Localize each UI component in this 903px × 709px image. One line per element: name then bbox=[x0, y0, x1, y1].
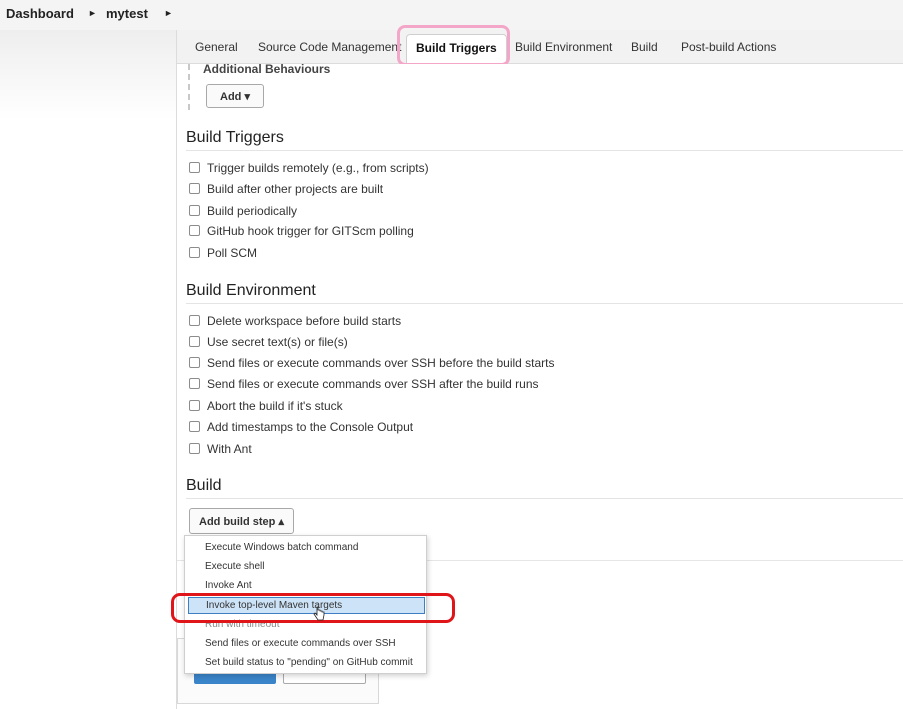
section-rule bbox=[186, 303, 903, 304]
section-divider bbox=[188, 64, 190, 110]
caret-up-icon: ▴ bbox=[278, 516, 284, 528]
add-build-step-label: Add build step bbox=[199, 516, 276, 528]
menu-item[interactable]: Set build status to "pending" on GitHub … bbox=[205, 657, 413, 668]
checkbox[interactable] bbox=[189, 205, 200, 216]
environment-option-label: Send files or execute commands over SSH … bbox=[207, 356, 555, 370]
trigger-option-label: GitHub hook trigger for GITScm polling bbox=[207, 224, 414, 238]
tab-post-build-actions[interactable]: Post-build Actions bbox=[681, 40, 776, 54]
tab-build-environment[interactable]: Build Environment bbox=[515, 40, 612, 54]
environment-option-label: Add timestamps to the Console Output bbox=[207, 420, 414, 434]
checkbox[interactable] bbox=[189, 315, 200, 326]
menu-item[interactable]: Execute Windows batch command bbox=[205, 542, 358, 553]
build-triggers-title: Build Triggers bbox=[186, 129, 284, 146]
environment-option-label: Send files or execute commands over SSH … bbox=[207, 377, 539, 391]
tab-general[interactable]: General bbox=[195, 40, 238, 54]
config-tabs: General Source Code Management Build Tri… bbox=[176, 30, 903, 64]
menu-item[interactable]: Send files or execute commands over SSH bbox=[205, 638, 396, 649]
checkbox[interactable] bbox=[189, 421, 200, 432]
checkbox[interactable] bbox=[189, 443, 200, 454]
trigger-option-label: Trigger builds remotely (e.g., from scri… bbox=[207, 161, 429, 175]
menu-item[interactable]: Execute shell bbox=[205, 561, 264, 572]
trigger-option-label: Poll SCM bbox=[207, 246, 258, 260]
tab-build-triggers[interactable]: Build Triggers bbox=[406, 34, 507, 64]
caret-down-icon: ▾ bbox=[244, 91, 250, 103]
additional-behaviours-title: Additional Behaviours bbox=[203, 62, 331, 76]
environment-option-label: Use secret text(s) or file(s) bbox=[207, 335, 348, 349]
environment-option-label: Delete workspace before build starts bbox=[207, 314, 402, 328]
checkbox[interactable] bbox=[189, 378, 200, 389]
breadcrumb: Dashboard ► mytest ► bbox=[0, 0, 903, 30]
checkbox[interactable] bbox=[189, 336, 200, 347]
checkbox[interactable] bbox=[189, 225, 200, 236]
menu-item[interactable]: Invoke Ant bbox=[205, 580, 252, 591]
checkbox[interactable] bbox=[189, 247, 200, 258]
build-title: Build bbox=[186, 477, 222, 494]
checkbox[interactable] bbox=[189, 183, 200, 194]
build-environment-title: Build Environment bbox=[186, 282, 316, 299]
sidebar bbox=[0, 30, 176, 120]
environment-option-label: Abort the build if it's stuck bbox=[207, 399, 343, 413]
chevron-right-icon[interactable]: ► bbox=[88, 8, 97, 18]
checkbox[interactable] bbox=[189, 400, 200, 411]
breadcrumb-mytest[interactable]: mytest bbox=[106, 6, 148, 21]
tab-source-code-management[interactable]: Source Code Management bbox=[258, 40, 401, 54]
add-build-step-button[interactable]: Add build step ▴ bbox=[189, 508, 294, 534]
section-rule bbox=[186, 498, 903, 499]
menu-item-selected[interactable]: Invoke top-level Maven targets bbox=[188, 597, 425, 614]
environment-option-label: With Ant bbox=[207, 442, 252, 456]
menu-item[interactable]: Run with timeout bbox=[205, 619, 279, 630]
add-button-label: Add bbox=[220, 91, 242, 103]
breadcrumb-dashboard[interactable]: Dashboard bbox=[6, 6, 74, 21]
checkbox[interactable] bbox=[189, 357, 200, 368]
checkbox[interactable] bbox=[189, 162, 200, 173]
add-behaviour-button[interactable]: Add ▾ bbox=[206, 84, 264, 108]
build-step-menu: Execute Windows batch command Execute sh… bbox=[184, 535, 427, 674]
trigger-option-label: Build after other projects are built bbox=[207, 182, 384, 196]
section-rule bbox=[186, 150, 903, 151]
trigger-option-label: Build periodically bbox=[207, 204, 298, 218]
tab-build[interactable]: Build bbox=[631, 40, 658, 54]
chevron-right-icon[interactable]: ► bbox=[164, 8, 173, 18]
